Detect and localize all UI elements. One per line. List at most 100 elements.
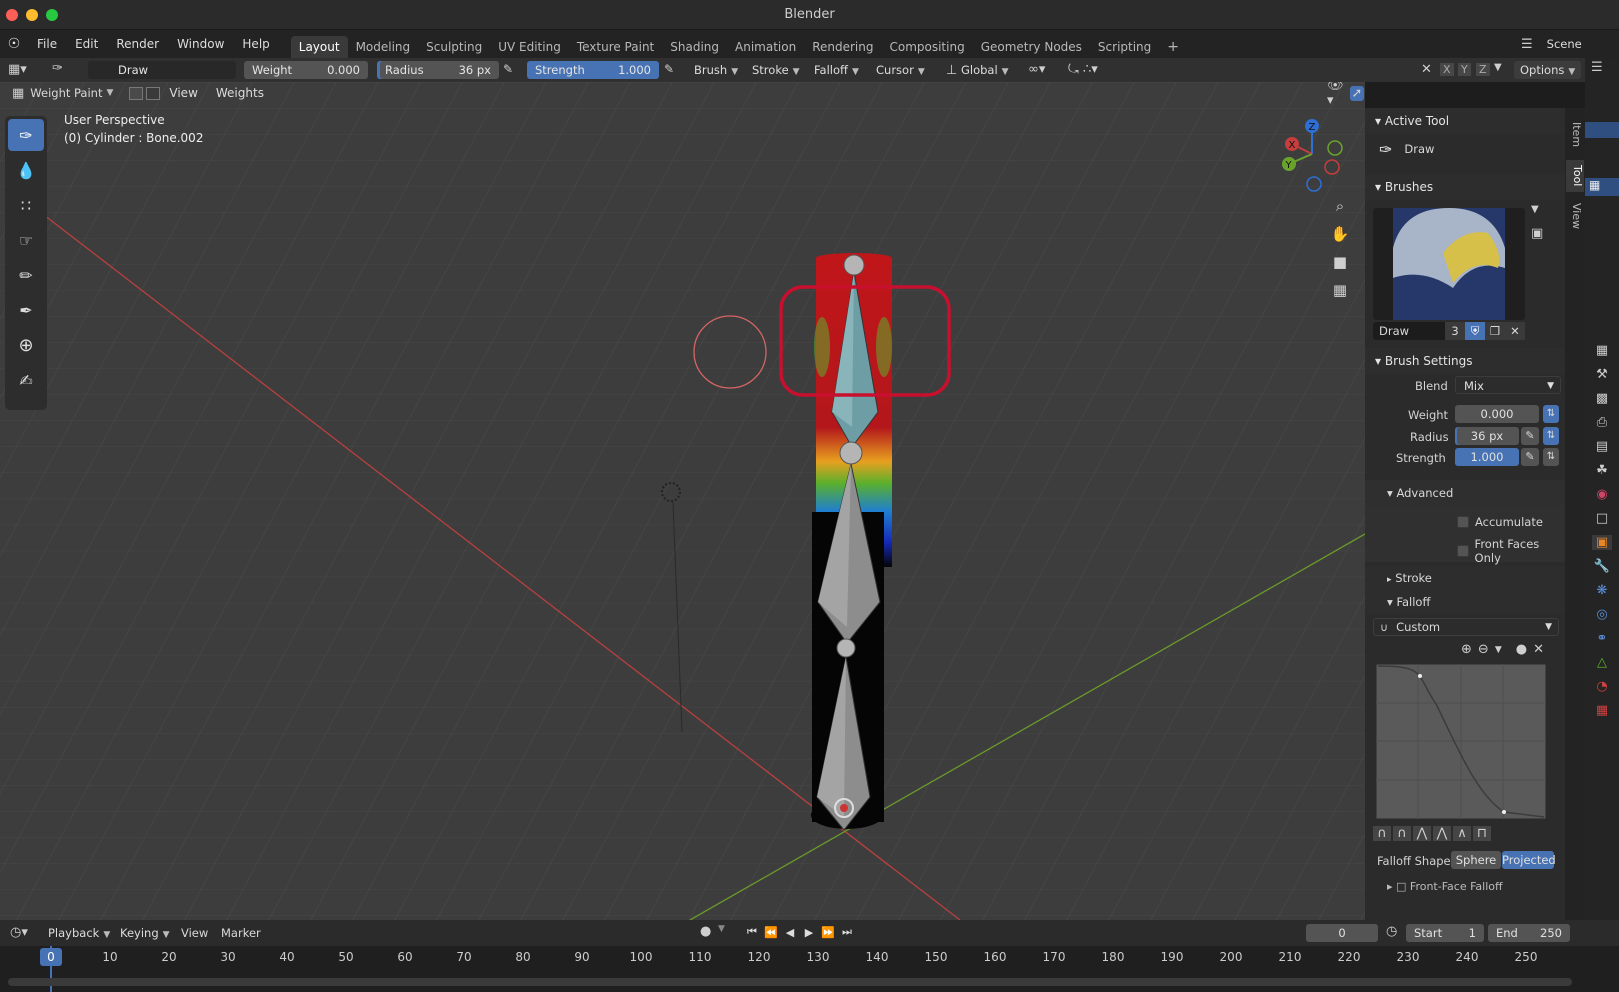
- front-faces-checkbox-box[interactable]: [1457, 545, 1469, 557]
- keying-menu[interactable]: Keying ▼: [116, 924, 174, 942]
- timeline-view-menu[interactable]: View: [181, 926, 208, 940]
- falloff-subpanel-header[interactable]: ▾ Falloff: [1365, 590, 1565, 614]
- snap-icon[interactable]: ⤿ ∴▾: [1068, 62, 1098, 77]
- menu-render[interactable]: Render: [107, 30, 168, 58]
- accumulate-checkbox-box[interactable]: [1457, 516, 1469, 528]
- cursor-tool-button[interactable]: ⊕: [8, 329, 44, 361]
- strength-pressure-icon[interactable]: ✎: [1521, 448, 1539, 466]
- weight-field[interactable]: 0.000: [1455, 405, 1539, 423]
- average-tool-button[interactable]: ∷: [8, 189, 44, 221]
- radius-unified-icon[interactable]: ⇅: [1543, 427, 1559, 445]
- tab-geometry-nodes[interactable]: Geometry Nodes: [973, 36, 1090, 58]
- playhead-frame-label[interactable]: 0: [40, 948, 62, 966]
- falloff-shape-sphere[interactable]: Sphere: [1451, 851, 1501, 869]
- gizmo-toggle-icon[interactable]: ➚: [1349, 85, 1365, 101]
- menu-window[interactable]: Window: [168, 30, 233, 58]
- outliner-selected-row[interactable]: [1585, 122, 1619, 138]
- radius-field[interactable]: 36 px: [1455, 427, 1519, 445]
- sphere-curve-icon[interactable]: ∩: [1393, 826, 1411, 841]
- brush-name-field[interactable]: Draw: [88, 61, 236, 79]
- tab-sculpting[interactable]: Sculpting: [418, 36, 490, 58]
- tab-scripting[interactable]: Scripting: [1090, 36, 1159, 58]
- scene-selector[interactable]: ☰ Scene: [1521, 34, 1582, 54]
- brush-settings-header[interactable]: ▾ Brush Settings: [1365, 348, 1565, 374]
- active-tool-header[interactable]: ▾ Active Tool: [1365, 108, 1565, 134]
- annotate-tool-button[interactable]: ✍: [8, 364, 44, 396]
- jump-start-icon[interactable]: ⏮: [744, 924, 760, 940]
- physics-properties-icon[interactable]: ◎: [1596, 607, 1607, 622]
- stroke-subpanel-header[interactable]: ▸ Stroke: [1365, 566, 1565, 590]
- strength-pressure-icon[interactable]: ✎: [664, 62, 674, 76]
- reset-curve-icon[interactable]: ✕: [1533, 642, 1544, 657]
- smear-tool-button[interactable]: ☞: [8, 224, 44, 256]
- sample-weight-tool-button[interactable]: ✒: [8, 294, 44, 326]
- strength-unified-icon[interactable]: ⇅: [1543, 448, 1559, 466]
- tab-modeling[interactable]: Modeling: [348, 36, 419, 58]
- radius-pressure-icon[interactable]: ✎: [1521, 427, 1539, 445]
- outliner-icon[interactable]: ☰: [1591, 60, 1603, 75]
- 3d-viewport[interactable]: User Perspective (0) Cylinder : Bone.002…: [0, 82, 1365, 920]
- preview-range-clock-icon[interactable]: ◷: [1386, 924, 1397, 939]
- navigation-gizmo[interactable]: Z X Y: [1270, 114, 1350, 194]
- zoom-icon[interactable]: ⌕: [1336, 197, 1344, 215]
- brush-menu[interactable]: Brush ▼: [690, 61, 742, 79]
- tab-item[interactable]: Item: [1567, 114, 1583, 156]
- curve-menu-chevron-icon[interactable]: ▼: [1495, 645, 1502, 655]
- falloff-menu[interactable]: Falloff ▼: [810, 61, 863, 79]
- timeline-ruler[interactable]: 10 20 30 40 50 60 70 80 90 100 110 120 130 140 150 160 1…: [0, 946, 1619, 992]
- stroke-menu[interactable]: Stroke ▼: [748, 61, 804, 79]
- add-workspace-icon[interactable]: +: [1159, 36, 1187, 58]
- front-face-falloff-partial[interactable]: ▸ □ Front-Face Falloff: [1387, 880, 1557, 892]
- mode-dropdown[interactable]: ▦ Weight Paint ▼: [8, 83, 117, 103]
- blender-logo-icon[interactable]: ☉: [0, 36, 28, 52]
- draw-tool-button[interactable]: ✑: [8, 119, 44, 151]
- play-icon[interactable]: ▶: [801, 924, 817, 940]
- smooth-curve-icon[interactable]: ∩: [1373, 826, 1391, 841]
- editor-type-icon[interactable]: ▦▾: [8, 62, 27, 77]
- perspective-grid-icon[interactable]: ▦: [1333, 281, 1347, 299]
- texture-properties-icon[interactable]: ▦: [1596, 703, 1608, 718]
- tab-shading[interactable]: Shading: [662, 36, 727, 58]
- mirror-options-chevron-icon[interactable]: ▼: [1494, 62, 1502, 73]
- material-properties-icon[interactable]: ◔: [1596, 679, 1607, 694]
- tab-view[interactable]: View: [1567, 198, 1583, 234]
- options-dropdown[interactable]: Options ▼: [1514, 61, 1582, 79]
- visibility-icon[interactable]: 👁▾: [1327, 82, 1344, 108]
- view-layer-icon[interactable]: ▤: [1596, 439, 1608, 454]
- brush-image-icon[interactable]: ▣: [1531, 226, 1543, 241]
- front-faces-only-checkbox[interactable]: Front Faces Only: [1457, 537, 1565, 565]
- timeline-scrollbar[interactable]: [8, 978, 1572, 986]
- falloff-preset-dropdown[interactable]: ∪ Custom ▼: [1373, 618, 1559, 636]
- fake-user-shield-icon[interactable]: ⛨: [1465, 322, 1485, 340]
- prev-keyframe-icon[interactable]: ⏪: [763, 924, 779, 940]
- cursor-menu[interactable]: Cursor ▼: [872, 61, 929, 79]
- root-curve-icon[interactable]: ⋀: [1413, 826, 1431, 841]
- strength-slider[interactable]: Strength 1.000: [527, 61, 659, 79]
- start-frame-field[interactable]: Start 1: [1406, 924, 1484, 942]
- menu-edit[interactable]: Edit: [66, 30, 107, 58]
- radius-slider[interactable]: Radius 36 px: [377, 61, 499, 79]
- mirror-z-toggle[interactable]: Z: [1476, 63, 1490, 76]
- output-properties-icon[interactable]: ⎙: [1597, 415, 1607, 430]
- weight-slider[interactable]: Weight 0.000: [244, 61, 368, 79]
- strength-field[interactable]: 1.000: [1455, 448, 1519, 466]
- blur-tool-button[interactable]: 💧: [8, 154, 44, 186]
- brush-list-chevron-icon[interactable]: ▼: [1531, 204, 1539, 215]
- camera-icon[interactable]: ■: [1333, 253, 1347, 271]
- auto-keying-record-icon[interactable]: ●: [700, 924, 711, 939]
- brush-users-count[interactable]: 3: [1445, 322, 1465, 340]
- menu-file[interactable]: File: [28, 30, 66, 58]
- constant-curve-icon[interactable]: ⊓: [1473, 826, 1491, 841]
- jump-end-icon[interactable]: ⏭: [839, 924, 855, 940]
- linear-curve-icon[interactable]: ∧: [1453, 826, 1471, 841]
- playback-menu[interactable]: Playback ▼: [44, 924, 114, 942]
- tab-texture-paint[interactable]: Texture Paint: [569, 36, 662, 58]
- tab-animation[interactable]: Animation: [727, 36, 804, 58]
- view-menu[interactable]: View: [160, 83, 206, 103]
- scene-properties-icon[interactable]: ☘: [1596, 463, 1608, 478]
- radius-pressure-icon[interactable]: ✎: [503, 62, 513, 76]
- mirror-x-toggle[interactable]: X: [1440, 63, 1454, 76]
- collection-properties-icon[interactable]: □: [1596, 511, 1608, 526]
- tab-compositing[interactable]: Compositing: [881, 36, 972, 58]
- brush-name-field[interactable]: Draw: [1373, 322, 1445, 340]
